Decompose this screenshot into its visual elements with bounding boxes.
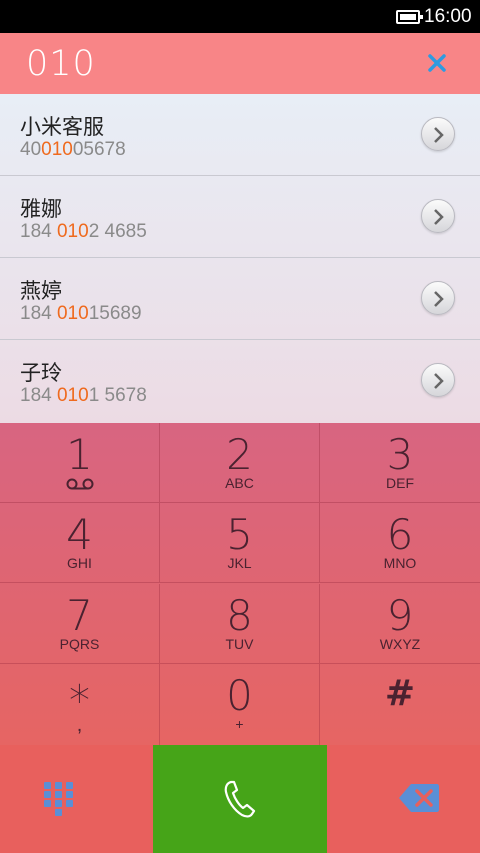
contact-number: 4001005678: [20, 139, 126, 160]
clear-button[interactable]: [420, 46, 454, 80]
voicemail-icon: [66, 478, 94, 490]
contact-detail-button[interactable]: [421, 199, 455, 233]
key-letters: TUV: [225, 636, 254, 652]
key-digit: 7: [66, 591, 93, 640]
status-time: 16:00: [424, 6, 472, 27]
key-letters: PQRS: [59, 636, 100, 652]
key-letters: +: [235, 716, 244, 732]
close-icon: [428, 54, 446, 72]
key-letters: ,: [76, 714, 83, 736]
backspace-button[interactable]: [327, 745, 480, 853]
key-letters: JKL: [227, 555, 252, 571]
key-digit: #: [384, 673, 416, 714]
contact-row[interactable]: 燕婷 184 01015689: [0, 258, 480, 340]
contact-detail-button[interactable]: [421, 117, 455, 151]
contact-name: 燕婷: [20, 279, 62, 303]
dialpad-grid-icon: [44, 782, 73, 816]
key-digit: 0: [226, 671, 253, 720]
key-2[interactable]: 2 ABC: [160, 423, 320, 503]
contact-name: 雅娜: [20, 197, 62, 221]
key-digit: 1: [66, 430, 93, 479]
key-7[interactable]: 7 PQRS: [0, 584, 160, 664]
key-digit: 6: [386, 510, 414, 559]
contact-row[interactable]: 子玲 184 0101 5678: [0, 340, 480, 422]
key-0[interactable]: 0 +: [160, 664, 320, 745]
contact-number: 184 01015689: [20, 303, 142, 324]
match-highlight: 010: [56, 303, 89, 324]
key-letters: ABC: [225, 475, 254, 491]
battery-icon: [396, 10, 423, 24]
key-digit: 2: [226, 430, 253, 479]
call-button[interactable]: [153, 745, 327, 853]
key-1[interactable]: 1: [0, 423, 160, 503]
chevron-right-icon: [434, 127, 444, 143]
key-letters: MNO: [383, 555, 417, 571]
chevron-right-icon: [434, 373, 444, 389]
backspace-icon: [399, 784, 439, 812]
key-pound[interactable]: #: [320, 664, 480, 745]
key-letters: GHI: [67, 555, 92, 571]
key-digit: 9: [386, 591, 414, 640]
key-4[interactable]: 4 GHI: [0, 503, 160, 583]
phone-icon: [224, 780, 256, 818]
chevron-right-icon: [434, 291, 444, 307]
key-8[interactable]: 8 TUV: [160, 584, 320, 664]
chevron-right-icon: [434, 209, 444, 225]
key-digit: 8: [226, 591, 253, 640]
status-bar: 16:00: [0, 0, 480, 33]
key-digit: 3: [386, 430, 414, 479]
key-letters: WXYZ: [379, 636, 421, 652]
search-header: 010: [0, 33, 480, 94]
dialer-action-bar: [0, 745, 480, 853]
key-star[interactable]: * ,: [0, 664, 160, 745]
key-digit: 4: [66, 510, 93, 559]
match-highlight: 010: [56, 385, 89, 406]
contact-row[interactable]: 小米客服 4001005678: [0, 94, 480, 176]
key-5[interactable]: 5 JKL: [160, 503, 320, 583]
key-letters: DEF: [386, 475, 414, 491]
dial-keypad: 1 2 ABC 3 DEF 4 GHI 5 JKL 6 MNO 7 PQRS 8…: [0, 423, 480, 745]
contact-detail-button[interactable]: [421, 281, 455, 315]
dialpad-toggle-button[interactable]: [0, 745, 153, 853]
key-digit: 5: [226, 510, 253, 559]
contact-name: 子玲: [20, 361, 62, 385]
contact-name: 小米客服: [20, 115, 104, 139]
key-3[interactable]: 3 DEF: [320, 423, 480, 503]
contact-detail-button[interactable]: [421, 363, 455, 397]
contact-number: 184 0102 4685: [20, 221, 147, 242]
contact-number: 184 0101 5678: [20, 385, 147, 406]
dialed-number-input[interactable]: 010: [26, 44, 96, 84]
matched-contacts-list: 小米客服 4001005678 雅娜 184 0102 4685 燕婷 184 …: [0, 94, 480, 423]
key-9[interactable]: 9 WXYZ: [320, 584, 480, 664]
contact-row[interactable]: 雅娜 184 0102 4685: [0, 176, 480, 258]
key-6[interactable]: 6 MNO: [320, 503, 480, 583]
match-highlight: 010: [41, 139, 73, 160]
match-highlight: 010: [56, 221, 89, 242]
